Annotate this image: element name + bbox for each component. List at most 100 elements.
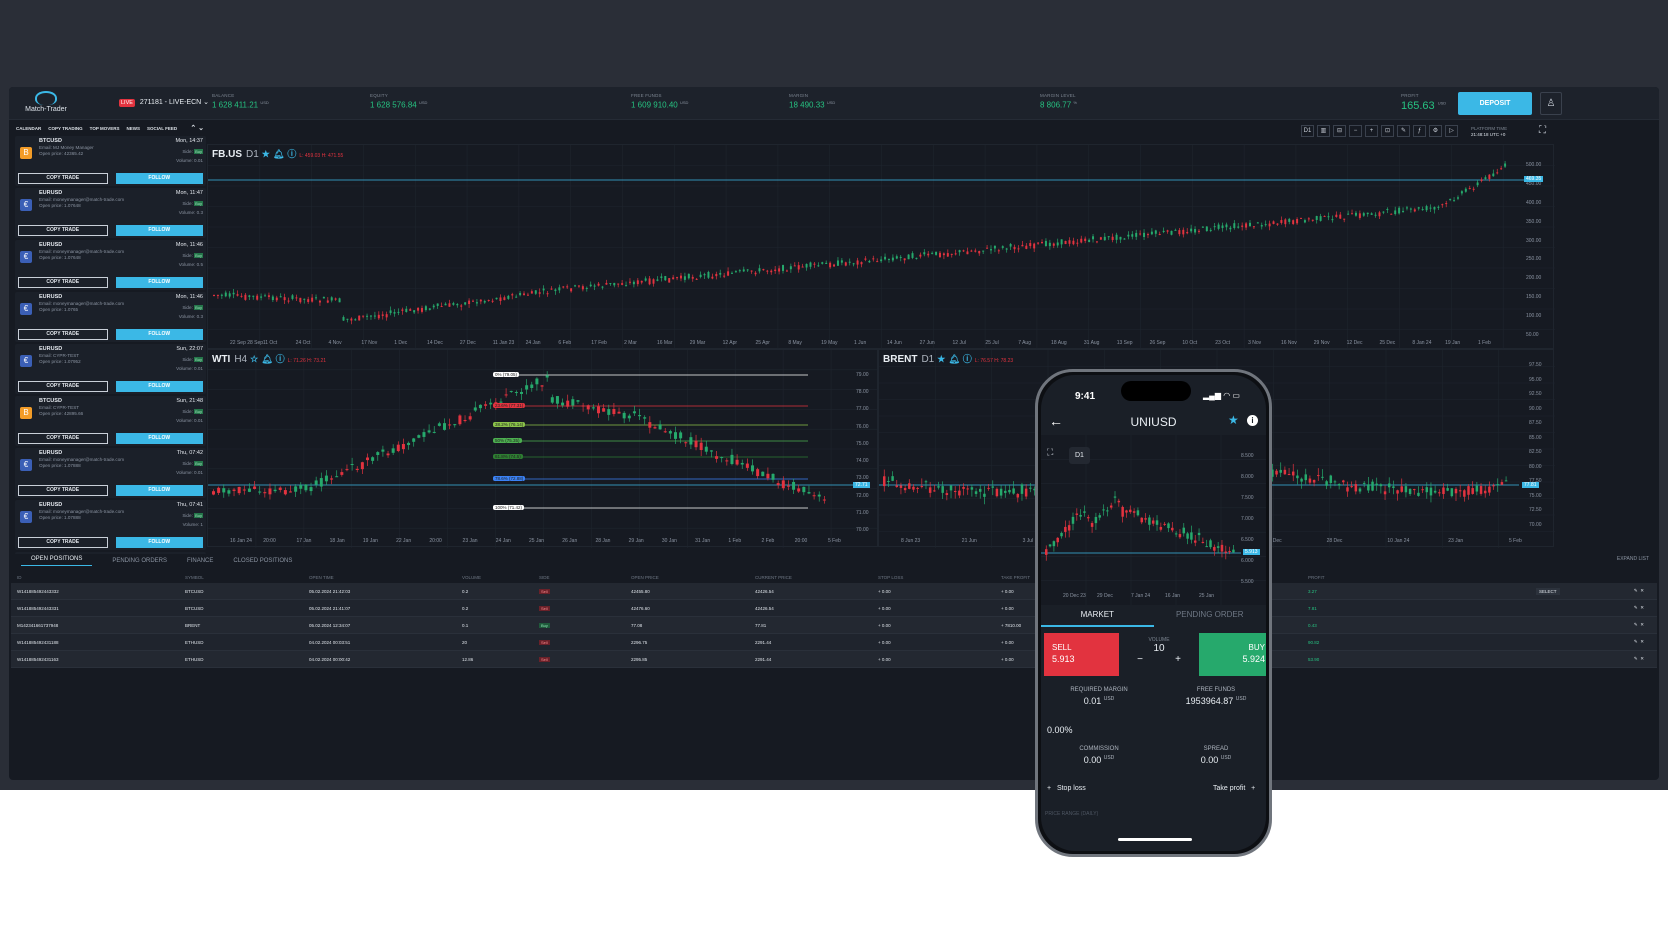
favorite-star-icon[interactable]: ★ (1228, 413, 1239, 427)
chart-wti[interactable]: WTI H4 ☆ 🔔︎ ⓘ L: 71.26 H: 73.21 0% (79.05) 23.… (207, 349, 879, 548)
info-icon[interactable]: i (1247, 415, 1258, 426)
follow-button[interactable]: FOLLOW (115, 381, 203, 392)
edit-icon[interactable]: ✎ (1634, 588, 1638, 593)
alert-bell-icon[interactable]: 🔔︎ (261, 354, 272, 364)
copy-trade-button[interactable]: COPY TRADE (18, 485, 108, 496)
table-row[interactable]: M142341661737948 BRENT 05.02.2024 12:34:07… (11, 617, 1657, 634)
volume-stepper[interactable]: VOLUME 10 − + (1121, 633, 1197, 676)
volume-value[interactable]: 10 (1121, 643, 1197, 654)
expand-list-button[interactable]: EXPAND LIST (1617, 556, 1649, 562)
tab-pending-orders[interactable]: PENDING ORDERS (112, 558, 167, 564)
table-row[interactable]: W141885492443331 BTCUSD 05.02.2024 21:41:0… (11, 600, 1657, 617)
zoom-in-icon[interactable]: + (1365, 125, 1378, 137)
tab-pending-order[interactable]: PENDING ORDER (1154, 607, 1267, 627)
sell-button[interactable]: SELL 5.913 (1044, 633, 1119, 676)
close-position-icon[interactable]: ✕ (1640, 588, 1644, 593)
col-id[interactable]: ID (11, 575, 179, 580)
timeframe-button[interactable]: D1 (1301, 125, 1314, 137)
col-open-price[interactable]: OPEN PRICE (625, 575, 749, 580)
follow-button[interactable]: FOLLOW (115, 485, 203, 496)
chart-type-icon[interactable]: ▥ (1317, 125, 1330, 137)
table-row[interactable]: W141885492431163 ETHUSD 04.02.2024 00:00:4… (11, 651, 1657, 668)
tab-calendar[interactable]: CALENDAR (16, 126, 41, 131)
follow-button[interactable]: FOLLOW (115, 329, 203, 340)
cell-stop-loss[interactable]: + 0.00 (872, 606, 995, 611)
col-profit[interactable]: PROFIT (1302, 575, 1502, 580)
copy-trade-button[interactable]: COPY TRADE (18, 277, 108, 288)
col-stop-loss[interactable]: STOP LOSS (872, 575, 995, 580)
copy-trade-button[interactable]: COPY TRADE (18, 433, 108, 444)
close-position-icon[interactable]: ✕ (1640, 622, 1644, 627)
follow-button[interactable]: FOLLOW (115, 537, 203, 548)
copy-trade-button[interactable]: COPY TRADE (18, 381, 108, 392)
favorite-star-icon[interactable]: ★ (262, 149, 270, 159)
select-button[interactable]: SELECT (1536, 588, 1560, 595)
account-selector[interactable]: LIVE 271181 - LIVE-ECN ⌄ (119, 98, 209, 107)
info-icon[interactable]: ⓘ (963, 354, 972, 364)
tab-open-positions[interactable]: OPEN POSITIONS (21, 556, 93, 566)
copy-trade-button[interactable]: COPY TRADE (18, 173, 108, 184)
col-side[interactable]: SIDE (533, 575, 625, 580)
fit-icon[interactable]: ⊡ (1381, 125, 1394, 137)
col-symbol[interactable]: SYMBOL (179, 575, 303, 580)
alert-bell-icon[interactable]: 🔔︎ (273, 149, 284, 159)
cell-stop-loss[interactable]: + 0.00 (872, 657, 995, 662)
copy-trade-button[interactable]: COPY TRADE (18, 225, 108, 236)
stop-loss-toggle[interactable]: + Stop loss (1047, 785, 1086, 792)
fullscreen-icon[interactable]: ⛶ (1047, 447, 1053, 458)
chart-fb-us[interactable]: FB.US D1 ★ 🔔︎ ⓘ L: 459.03 H: 471.55 500.00 450… (207, 144, 1555, 350)
fullscreen-icon[interactable]: ⛶ (1539, 125, 1546, 136)
settings-gear-icon[interactable]: ⚙ (1429, 125, 1442, 137)
edit-icon[interactable]: ✎ (1634, 605, 1638, 610)
volume-minus-button[interactable]: − (1137, 654, 1143, 665)
col-volume[interactable]: VOLUME (456, 575, 533, 580)
edit-icon[interactable]: ✎ (1634, 656, 1638, 661)
tab-social-feed[interactable]: SOCIAL FEED (147, 126, 177, 131)
edit-icon[interactable]: ✎ (1634, 639, 1638, 644)
buy-button[interactable]: BUY 5.924 (1199, 633, 1266, 676)
chart-header: BRENT D1 ★ 🔔︎ ⓘ L: 76.57 H: 78.23 (883, 352, 1013, 365)
timeframe-button[interactable]: D1 (1069, 447, 1090, 464)
alert-bell-icon[interactable]: 🔔︎ (948, 354, 959, 364)
deposit-button[interactable]: DEPOSIT (1458, 92, 1532, 115)
tab-closed-positions[interactable]: CLOSED POSITIONS (233, 558, 292, 564)
zoom-out-icon[interactable]: − (1349, 125, 1362, 137)
candle-body (966, 251, 969, 255)
copy-trade-button[interactable]: COPY TRADE (18, 329, 108, 340)
close-position-icon[interactable]: ✕ (1640, 656, 1644, 661)
user-profile-icon[interactable]: ♙ (1540, 92, 1562, 115)
copy-trade-button[interactable]: COPY TRADE (18, 537, 108, 548)
close-position-icon[interactable]: ✕ (1640, 605, 1644, 610)
draw-pencil-icon[interactable]: ✎ (1397, 125, 1410, 137)
tab-copy-trading[interactable]: COPY TRADING (48, 126, 82, 131)
cell-stop-loss[interactable]: + 0.00 (872, 623, 995, 628)
edit-icon[interactable]: ✎ (1634, 622, 1638, 627)
collapse-chevron-icon[interactable]: ⌃ ⌄ (190, 124, 204, 132)
follow-button[interactable]: FOLLOW (115, 433, 203, 444)
tab-top-movers[interactable]: TOP MOVERS (90, 126, 120, 131)
close-position-icon[interactable]: ✕ (1640, 639, 1644, 644)
col-open-time[interactable]: OPEN TIME (303, 575, 456, 580)
tab-news[interactable]: NEWS (127, 126, 141, 131)
candle-body (999, 488, 1003, 496)
play-icon[interactable]: ▷ (1445, 125, 1458, 137)
follow-button[interactable]: FOLLOW (115, 225, 203, 236)
follow-button[interactable]: FOLLOW (115, 277, 203, 288)
take-profit-toggle[interactable]: Take profit + (1213, 785, 1255, 792)
favorite-star-icon[interactable]: ★ (937, 354, 945, 364)
col-current-price[interactable]: CURRENT PRICE (749, 575, 872, 580)
info-icon[interactable]: ⓘ (287, 149, 296, 159)
table-row[interactable]: W141885492443332 BTCUSD 05.02.2024 21:42:0… (11, 583, 1657, 600)
volume-plus-button[interactable]: + (1175, 654, 1181, 665)
tab-finance[interactable]: FINANCE (187, 558, 213, 564)
tab-market[interactable]: MARKET (1041, 607, 1154, 627)
layout-icon[interactable]: ⊟ (1333, 125, 1346, 137)
info-icon[interactable]: ⓘ (276, 354, 285, 364)
favorite-star-icon[interactable]: ☆ (250, 354, 258, 364)
follow-button[interactable]: FOLLOW (115, 173, 203, 184)
indicators-icon[interactable]: ƒ (1413, 125, 1426, 137)
cell-stop-loss[interactable]: + 0.00 (872, 640, 995, 645)
mobile-chart[interactable]: 8.500 8.000 7.500 7.000 6.500 6.000 5.500 20 De… (1041, 435, 1266, 605)
table-row[interactable]: W141885492431188 ETHUSD 04.02.2024 00:03:5… (11, 634, 1657, 651)
cell-stop-loss[interactable]: + 0.00 (872, 589, 995, 594)
